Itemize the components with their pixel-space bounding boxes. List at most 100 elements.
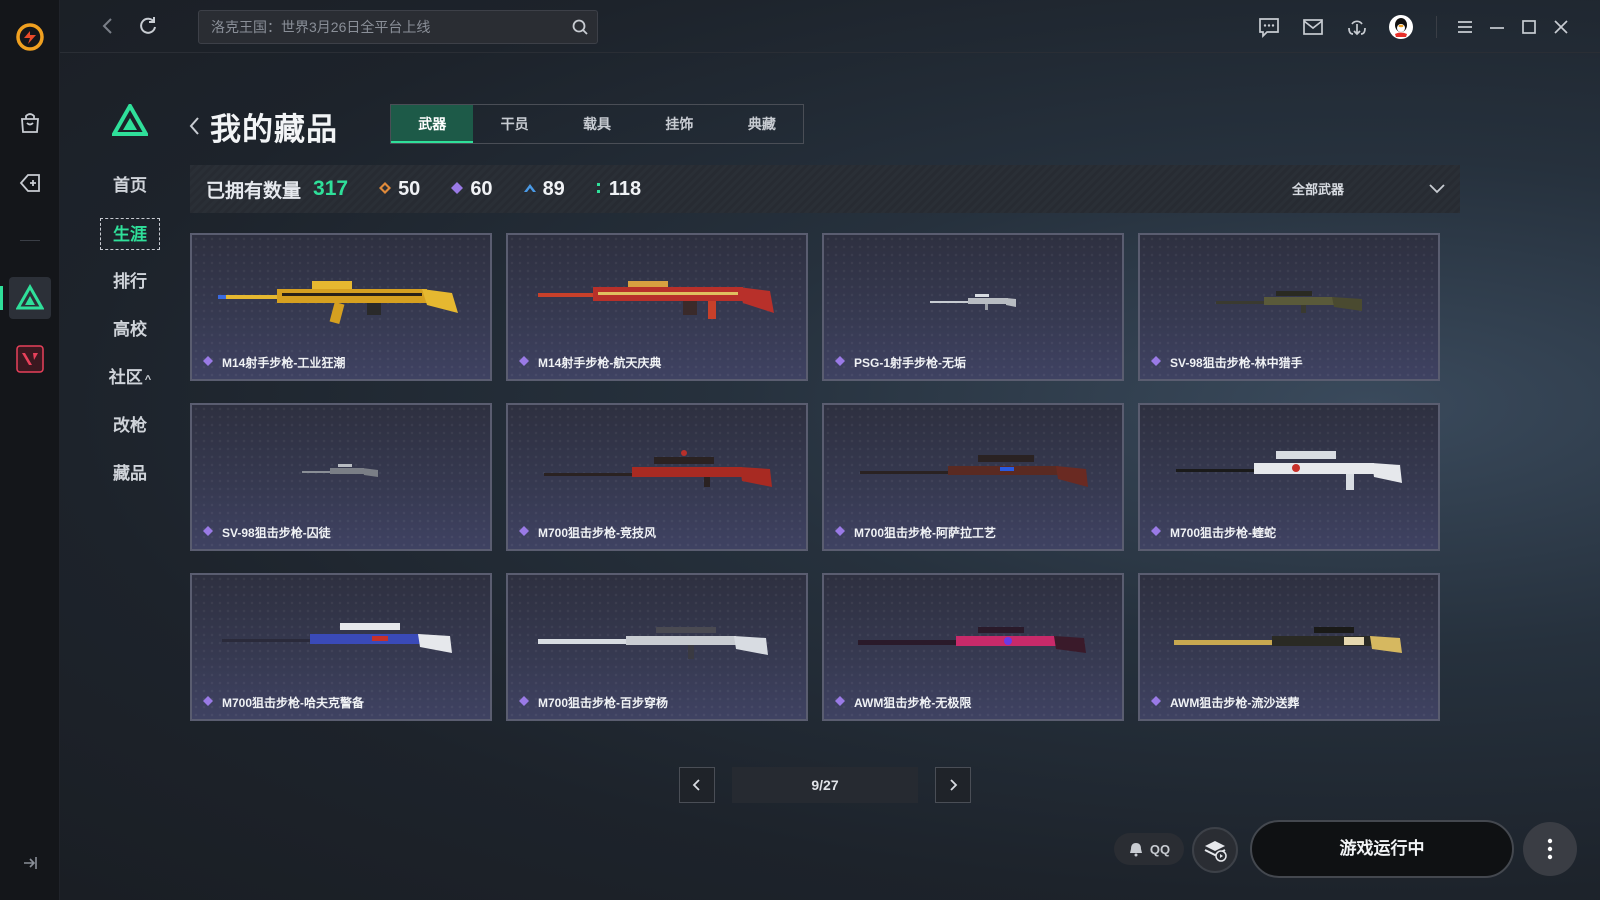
weapon-filter-dropdown[interactable]: 全部武器 xyxy=(1292,179,1446,198)
mail-icon[interactable] xyxy=(1300,14,1326,40)
rarity-count-green-value: 118 xyxy=(608,177,642,200)
accelerator-button[interactable] xyxy=(1192,827,1238,873)
weapon-name-label: M700狙击步枪-蝰蛇 xyxy=(1170,526,1277,540)
store-bag-icon[interactable] xyxy=(9,102,51,144)
weapon-image xyxy=(222,623,452,653)
side-nav-collection[interactable]: 藏品 xyxy=(100,458,160,490)
tab-collection[interactable]: 典藏 xyxy=(721,105,803,143)
download-icon[interactable] xyxy=(1344,14,1370,40)
tab-operators[interactable]: 干员 xyxy=(473,105,555,143)
weapon-name-label: SV-98狙击步枪-林中猎手 xyxy=(1170,356,1303,370)
weapon-image xyxy=(1176,451,1402,490)
chevron-up-icon: ^ xyxy=(144,374,152,386)
side-nav-community-label: 社区 xyxy=(108,368,143,387)
weapon-image xyxy=(1174,627,1402,653)
weapon-image xyxy=(1216,291,1362,313)
refresh-icon[interactable] xyxy=(136,14,160,43)
close-icon[interactable] xyxy=(1548,14,1574,40)
search-icon[interactable] xyxy=(571,18,589,41)
tab-charms[interactable]: 挂饰 xyxy=(638,105,720,143)
delta-force-game-icon[interactable] xyxy=(0,277,51,319)
chevron-left-icon xyxy=(692,779,700,791)
expand-sidebar-icon[interactable] xyxy=(9,842,51,884)
owned-count-label: 已拥有数量 xyxy=(206,180,302,202)
orange-diamond-icon xyxy=(378,178,392,201)
tag-plus-icon[interactable] xyxy=(9,162,51,204)
page-indicator: 9/27 xyxy=(732,767,918,803)
page-title: 我的藏品 xyxy=(210,112,338,147)
tab-vehicles[interactable]: 载具 xyxy=(556,105,638,143)
tab-weapons[interactable]: 武器 xyxy=(391,105,474,143)
chat-icon[interactable] xyxy=(1256,14,1282,40)
weapon-image xyxy=(930,294,1016,310)
purple-diamond-icon xyxy=(450,178,464,201)
purple-diamond-icon xyxy=(518,525,530,540)
top-bar xyxy=(60,0,1600,53)
purple-diamond-icon xyxy=(202,525,214,540)
purple-diamond-icon xyxy=(1150,355,1162,370)
weapon-image xyxy=(538,627,768,659)
weapon-card[interactable]: SV-98狙击步枪-囚徒 xyxy=(190,403,492,551)
rarity-count-orange: 50 xyxy=(378,178,420,201)
weapon-card[interactable]: M700狙击步枪-竞技风 xyxy=(506,403,808,551)
weapon-image xyxy=(544,450,772,487)
minimize-icon[interactable] xyxy=(1484,14,1510,40)
next-page-button[interactable] xyxy=(935,767,971,803)
side-nav-community[interactable]: 社区 ^ xyxy=(100,362,160,394)
qq-notify-button[interactable]: QQ xyxy=(1114,833,1184,865)
side-nav-gunsmith[interactable]: 改枪 xyxy=(100,410,160,442)
chevron-right-icon xyxy=(950,779,958,791)
rarity-count-orange-value: 50 xyxy=(398,177,421,200)
weapon-card[interactable]: M700狙击步枪-哈夫克警备 xyxy=(190,573,492,721)
title-back-icon[interactable] xyxy=(186,114,202,143)
side-nav-campus[interactable]: 高校 xyxy=(100,314,160,346)
delta-force-logo-icon xyxy=(110,101,150,141)
weapon-card[interactable]: M700狙击步枪-百步穿杨 xyxy=(506,573,808,721)
user-avatar[interactable] xyxy=(1388,14,1414,40)
side-nav: 首页 生涯 排行 高校 社区 ^ 改枪 藏品 xyxy=(100,170,180,506)
weapon-image xyxy=(860,455,1088,487)
weapon-card[interactable]: SV-98狙击步枪-林中猎手 xyxy=(1138,233,1440,381)
valorant-game-icon[interactable] xyxy=(9,338,51,380)
prev-page-button[interactable] xyxy=(679,767,715,803)
more-vertical-icon xyxy=(1547,838,1553,860)
weapon-name-label: AWM狙击步枪-流沙送葬 xyxy=(1170,696,1300,710)
bell-icon xyxy=(1129,843,1142,857)
weapon-name: AWM狙击步枪-无极限 xyxy=(834,694,971,711)
more-options-button[interactable] xyxy=(1523,822,1577,876)
weapon-image xyxy=(538,281,774,319)
owned-stats-bar: 已拥有数量 317 50 60 89 118 全部武器 xyxy=(190,165,1460,213)
weapon-name-label: PSG-1射手步枪-无垢 xyxy=(854,356,967,370)
search-input[interactable] xyxy=(199,11,559,43)
weapon-card[interactable]: PSG-1射手步枪-无垢 xyxy=(822,233,1124,381)
chevron-down-icon xyxy=(1429,183,1445,193)
weapon-name: M700狙击步枪-百步穿杨 xyxy=(518,694,668,711)
side-nav-home[interactable]: 首页 xyxy=(100,170,160,202)
weapon-name: M700狙击步枪-竞技风 xyxy=(518,524,656,541)
rail-divider xyxy=(20,240,40,241)
weapon-name: SV-98狙击步枪-囚徒 xyxy=(202,524,331,541)
weapon-card[interactable]: AWM狙击步枪-无极限 xyxy=(822,573,1124,721)
menu-icon[interactable] xyxy=(1452,14,1478,40)
purple-diamond-icon xyxy=(834,355,846,370)
weapon-name-label: AWM狙击步枪-无极限 xyxy=(854,696,972,710)
weapon-card[interactable]: M14射手步枪-航天庆典 xyxy=(506,233,808,381)
rarity-count-purple: 60 xyxy=(450,178,493,201)
back-icon[interactable] xyxy=(96,14,120,43)
owned-count-total: 317 xyxy=(313,177,349,200)
weapon-name: M700狙击步枪-阿萨拉工艺 xyxy=(834,524,996,541)
weapon-card[interactable]: M700狙击步枪-蝰蛇 xyxy=(1138,403,1440,551)
weapon-image xyxy=(302,464,378,477)
weapon-card[interactable]: M700狙击步枪-阿萨拉工艺 xyxy=(822,403,1124,551)
app-logo-icon[interactable] xyxy=(9,16,51,58)
left-rail xyxy=(0,0,60,900)
side-nav-career[interactable]: 生涯 xyxy=(100,218,160,250)
weapon-card[interactable]: M14射手步枪-工业狂潮 xyxy=(190,233,492,381)
weapon-card[interactable]: AWM狙击步枪-流沙送葬 xyxy=(1138,573,1440,721)
side-nav-ranking[interactable]: 排行 xyxy=(100,266,160,298)
maximize-icon[interactable] xyxy=(1516,14,1542,40)
weapon-name: M14射手步枪-航天庆典 xyxy=(518,354,661,371)
weapon-image xyxy=(858,627,1086,653)
game-running-button[interactable]: 游戏运行中 xyxy=(1250,820,1514,878)
weapon-name-label: M14射手步枪-航天庆典 xyxy=(538,356,662,370)
